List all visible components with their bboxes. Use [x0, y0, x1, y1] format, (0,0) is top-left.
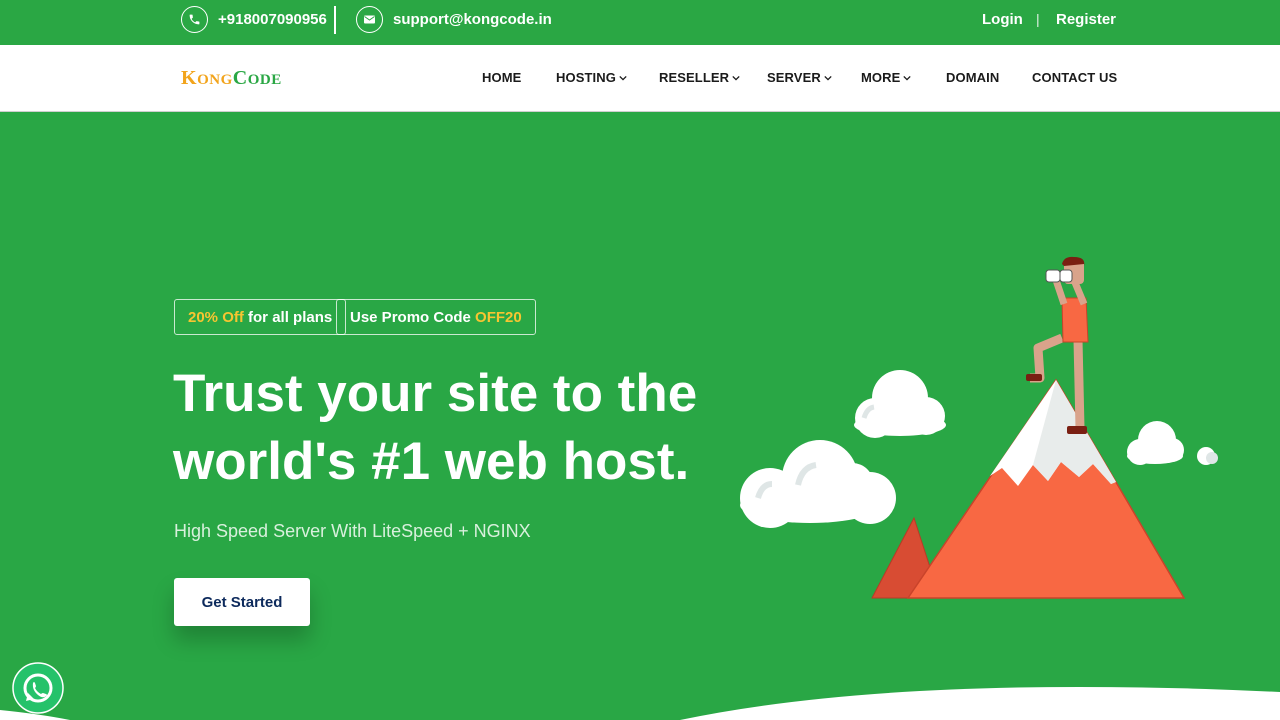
- email-contact[interactable]: support@kongcode.in: [356, 6, 552, 33]
- logo-letter-c: C: [232, 67, 248, 89]
- nav-hosting-label: HOSTING: [556, 70, 616, 85]
- topbar-divider: [334, 6, 336, 34]
- mountain-climber-illustration: [740, 256, 1218, 599]
- chevron-down-icon: [619, 75, 627, 81]
- phone-icon: [181, 6, 208, 33]
- phone-number[interactable]: +918007090956: [218, 11, 327, 28]
- nav-domain-label: DOMAIN: [946, 70, 1000, 85]
- chevron-down-icon: [824, 75, 832, 81]
- cloud-top: [854, 370, 946, 438]
- nav-more-label: MORE: [861, 70, 901, 85]
- nav-contact-us[interactable]: CONTACT US: [1032, 70, 1117, 85]
- cloud-left: [740, 440, 896, 528]
- hero-headline-line-2: world's #1 web host.: [173, 432, 690, 491]
- nav-contact-us-label: CONTACT US: [1032, 70, 1118, 85]
- nav-server[interactable]: SERVER: [767, 70, 832, 85]
- promo-code: OFF20: [475, 308, 522, 326]
- discount-text: for all plans: [243, 308, 333, 326]
- register-link[interactable]: Register: [1056, 11, 1116, 28]
- discount-percent: 20% Off: [188, 308, 244, 326]
- site-logo[interactable]: KONGCODE: [181, 67, 282, 90]
- cloud-right: [1127, 421, 1218, 465]
- get-started-button[interactable]: Get Started: [174, 578, 310, 626]
- hero-headline-line-1: Trust your site to the: [173, 364, 698, 423]
- promo-code-badge: Use Promo Code OFF20: [336, 299, 536, 335]
- nav-domain[interactable]: DOMAIN: [946, 70, 999, 85]
- nav-reseller[interactable]: RESELLER: [659, 70, 740, 85]
- nav-home[interactable]: HOME: [482, 70, 521, 85]
- whatsapp-button[interactable]: [12, 657, 64, 717]
- auth-separator: |: [1036, 11, 1040, 27]
- nav-more[interactable]: MORE: [861, 70, 912, 85]
- nav-home-label: HOME: [482, 70, 522, 85]
- logo-letter-k: K: [181, 67, 198, 89]
- nav-hosting[interactable]: HOSTING: [556, 70, 627, 85]
- chevron-down-icon: [903, 75, 912, 81]
- login-link[interactable]: Login: [982, 11, 1023, 28]
- email-address[interactable]: support@kongcode.in: [393, 11, 552, 28]
- promo-text: Use Promo Code: [350, 308, 476, 326]
- nav-server-label: SERVER: [767, 70, 821, 85]
- nav-reseller-label: RESELLER: [659, 70, 730, 85]
- main-navbar: KONGCODE HOME HOSTING RESELLER SERVER MO…: [0, 45, 1280, 112]
- hero-headline: Trust your site to the world's #1 web ho…: [173, 360, 733, 496]
- whatsapp-icon: [12, 662, 64, 714]
- phone-contact[interactable]: +918007090956: [181, 6, 327, 33]
- logo-text-ong: ONG: [197, 72, 233, 88]
- top-bar: +918007090956 support@kongcode.in Login …: [0, 0, 1280, 45]
- logo-text-ode: ODE: [247, 72, 282, 88]
- discount-badge: 20% Off for all plans: [174, 299, 347, 335]
- bottom-wave-divider: [0, 686, 1280, 720]
- chevron-down-icon: [732, 75, 740, 81]
- hero-subtitle: High Speed Server With LiteSpeed + NGINX: [174, 521, 531, 541]
- envelope-icon: [356, 6, 383, 33]
